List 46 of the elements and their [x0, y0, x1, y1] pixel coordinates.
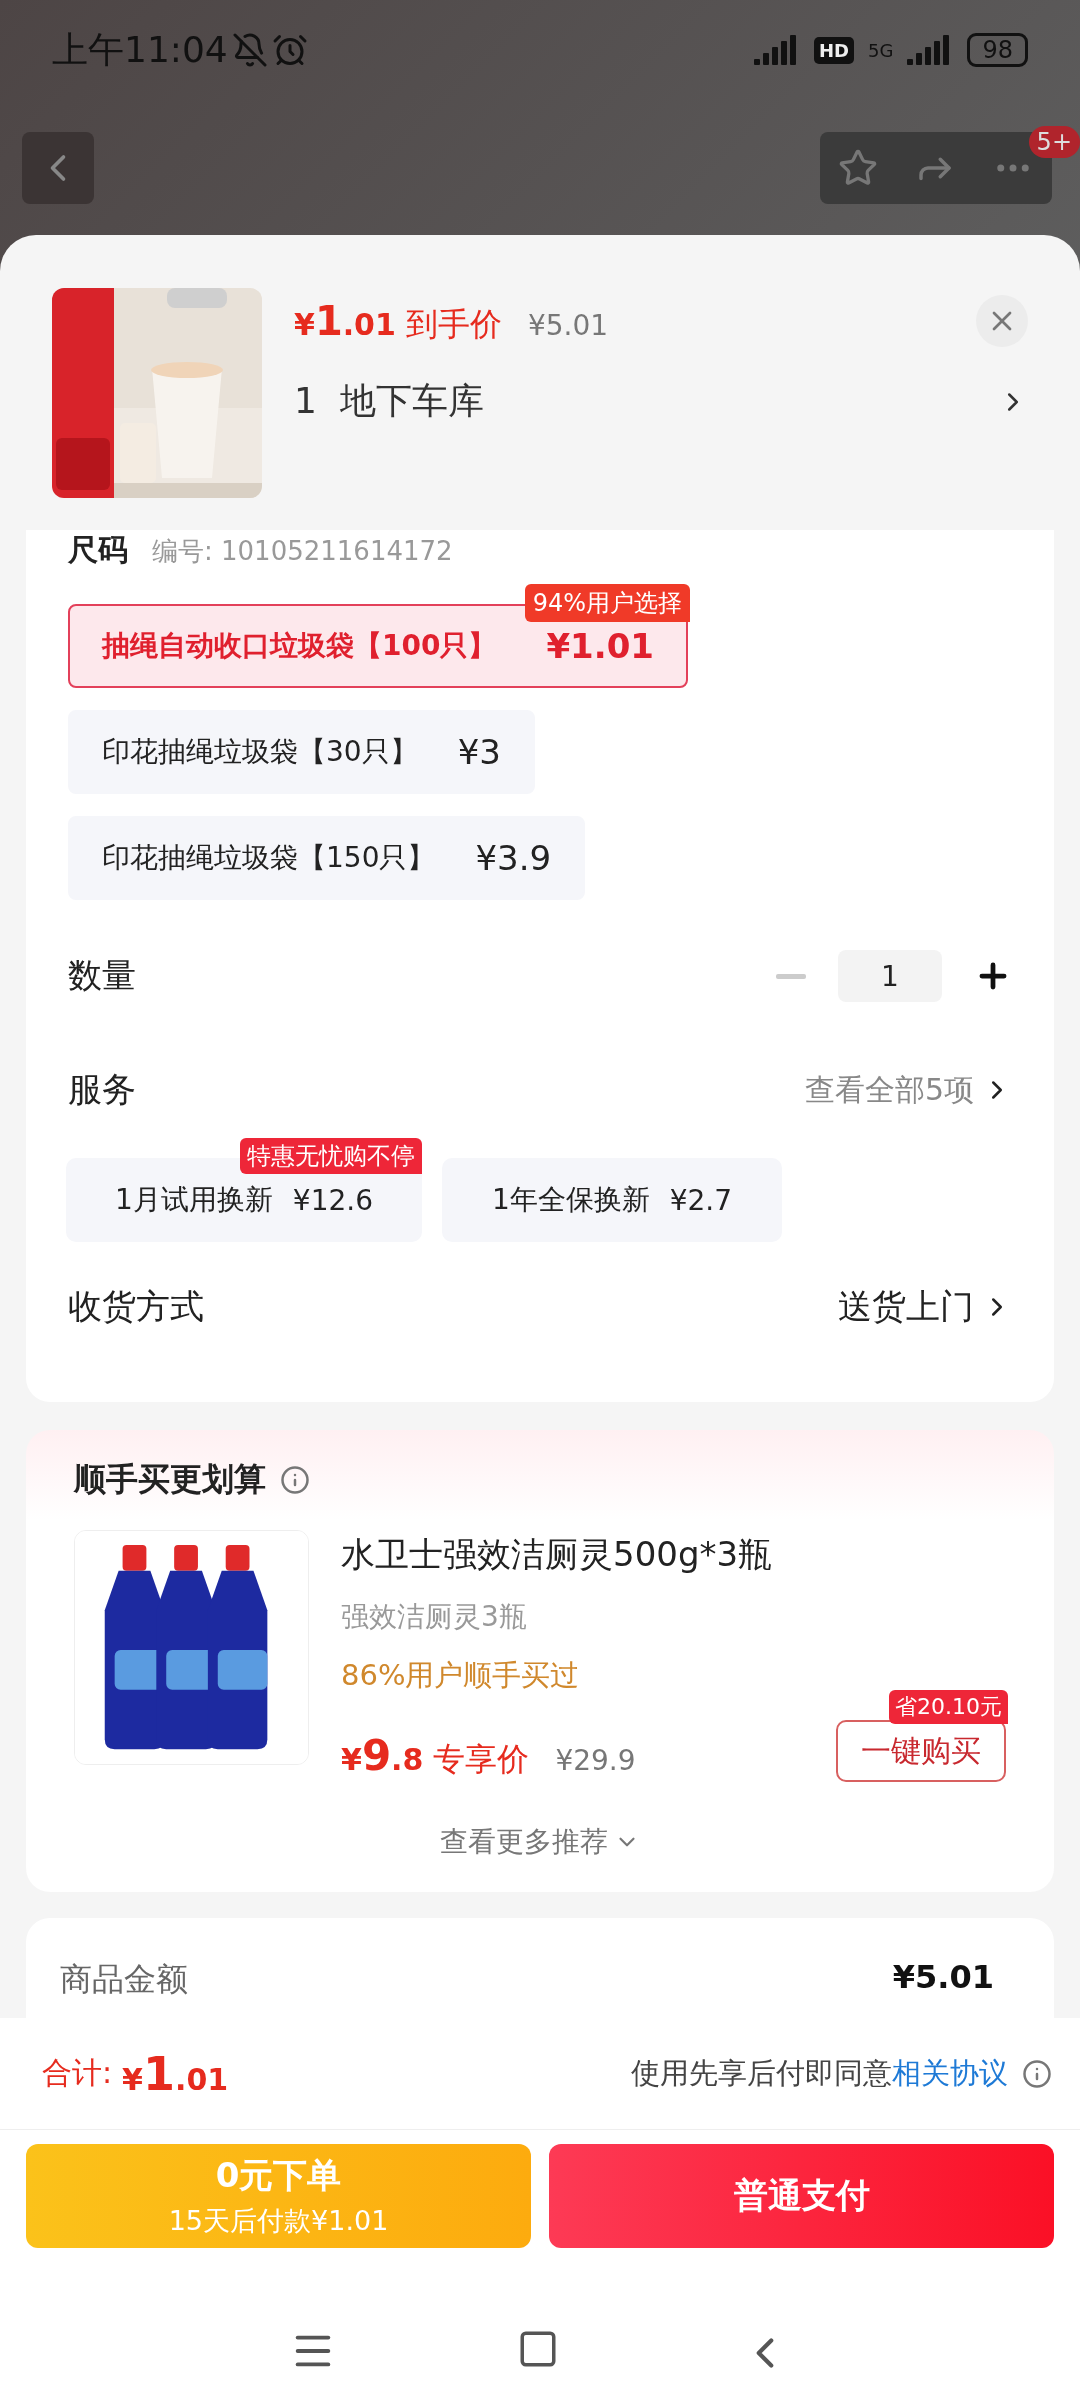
- bell-off-icon: [231, 32, 268, 68]
- alarm-icon: [271, 32, 308, 68]
- delivery-selector[interactable]: 送货上门: [838, 1284, 1012, 1330]
- back-button[interactable]: [22, 131, 94, 204]
- service-chip[interactable]: 1年全保换新 ¥2.7: [442, 1158, 782, 1242]
- section-title: 尺码: [68, 531, 128, 569]
- promo-tag: 特惠无忧购不停: [240, 1138, 422, 1174]
- total-label: 合计:: [42, 2054, 113, 2092]
- addon-subtitle: 强效洁厕灵3瓶: [341, 1599, 528, 1635]
- price-label: 到手价: [405, 305, 502, 343]
- total-price: ¥1.01: [122, 2046, 229, 2101]
- hd-indicator: HD: [814, 36, 855, 64]
- status-time: 上午11:04: [52, 27, 228, 72]
- close-button[interactable]: [976, 295, 1028, 347]
- address-selector[interactable]: 1 地下车库: [294, 377, 1028, 426]
- option-chip[interactable]: 印花抽绳垃圾袋【30只】 ¥3: [68, 710, 535, 794]
- addon-title: 顺手买更划算: [74, 1459, 266, 1500]
- view-all-link[interactable]: 查看全部5项: [804, 1069, 1012, 1111]
- addon-name: 水卫士强效洁厕灵500g*3瓶: [341, 1533, 774, 1576]
- product-code: 编号: 10105211614172: [152, 535, 453, 568]
- service-label: 服务: [68, 1068, 136, 1111]
- battery-level: 98: [967, 33, 1028, 67]
- minus-icon: [776, 973, 806, 979]
- info-icon[interactable]: [1022, 2058, 1052, 2089]
- original-price: ¥29.9: [555, 1744, 636, 1777]
- pay-button[interactable]: 普通支付: [549, 2144, 1054, 2248]
- social-proof: 86%用户顺手买过: [341, 1657, 581, 1694]
- network-label: 5G: [868, 39, 894, 61]
- more-link[interactable]: 查看更多推荐: [434, 1822, 646, 1862]
- option-chip[interactable]: 印花抽绳垃圾袋【150只】 ¥3.9: [68, 816, 586, 900]
- summary-value: ¥5.01: [892, 1958, 994, 1998]
- summary-label: 商品金额: [60, 1959, 188, 2000]
- info-icon[interactable]: [280, 1465, 310, 1495]
- quantity-label: 数量: [68, 954, 136, 997]
- sale-price: ¥1.01: [294, 307, 396, 342]
- savings-tag: 省20.10元: [889, 1690, 1008, 1724]
- original-price: ¥5.01: [527, 309, 609, 342]
- cart-badge: 5+: [1028, 125, 1080, 158]
- delivery-label: 收货方式: [68, 1285, 204, 1328]
- buy-button[interactable]: 一键购买: [836, 1720, 1006, 1782]
- price-label: 专享价: [433, 1740, 530, 1778]
- agreement-text: 使用先享后付即同意相关协议: [631, 2054, 1008, 2092]
- star-icon[interactable]: [838, 147, 878, 188]
- quantity-value[interactable]: 1: [838, 950, 942, 1002]
- popularity-tag: 94%用户选择: [524, 584, 690, 622]
- agreement-link[interactable]: 相关协议: [892, 2055, 1008, 2090]
